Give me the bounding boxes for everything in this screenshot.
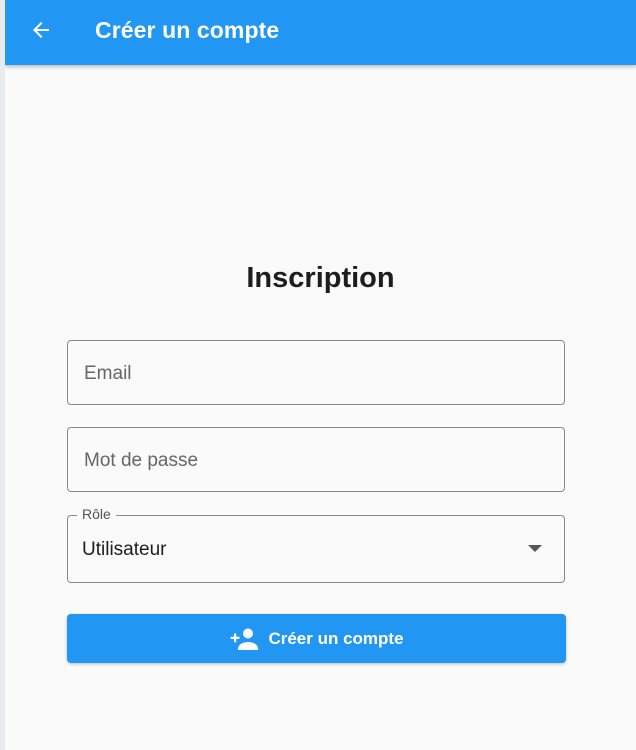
- role-select[interactable]: Rôle Utilisateur: [67, 506, 565, 583]
- email-field-container: [67, 340, 565, 406]
- dropdown-arrow-icon: [528, 545, 542, 552]
- role-selected-value: Utilisateur: [82, 539, 167, 560]
- back-button[interactable]: [25, 16, 57, 48]
- create-account-button[interactable]: Créer un compte: [67, 614, 566, 663]
- app-bar: Créer un compte: [5, 0, 636, 65]
- arrow-left-icon: [29, 18, 53, 47]
- password-field-container: [67, 427, 565, 493]
- password-field[interactable]: [82, 428, 556, 493]
- create-account-button-label: Créer un compte: [268, 628, 404, 648]
- role-label: Rôle: [77, 506, 116, 522]
- person-add-icon: [229, 627, 259, 651]
- page: Créer un compte Inscription Rôle Utilisa…: [5, 0, 636, 750]
- page-title: Inscription: [246, 262, 395, 294]
- email-field[interactable]: [82, 341, 556, 406]
- app-bar-title: Créer un compte: [95, 17, 280, 43]
